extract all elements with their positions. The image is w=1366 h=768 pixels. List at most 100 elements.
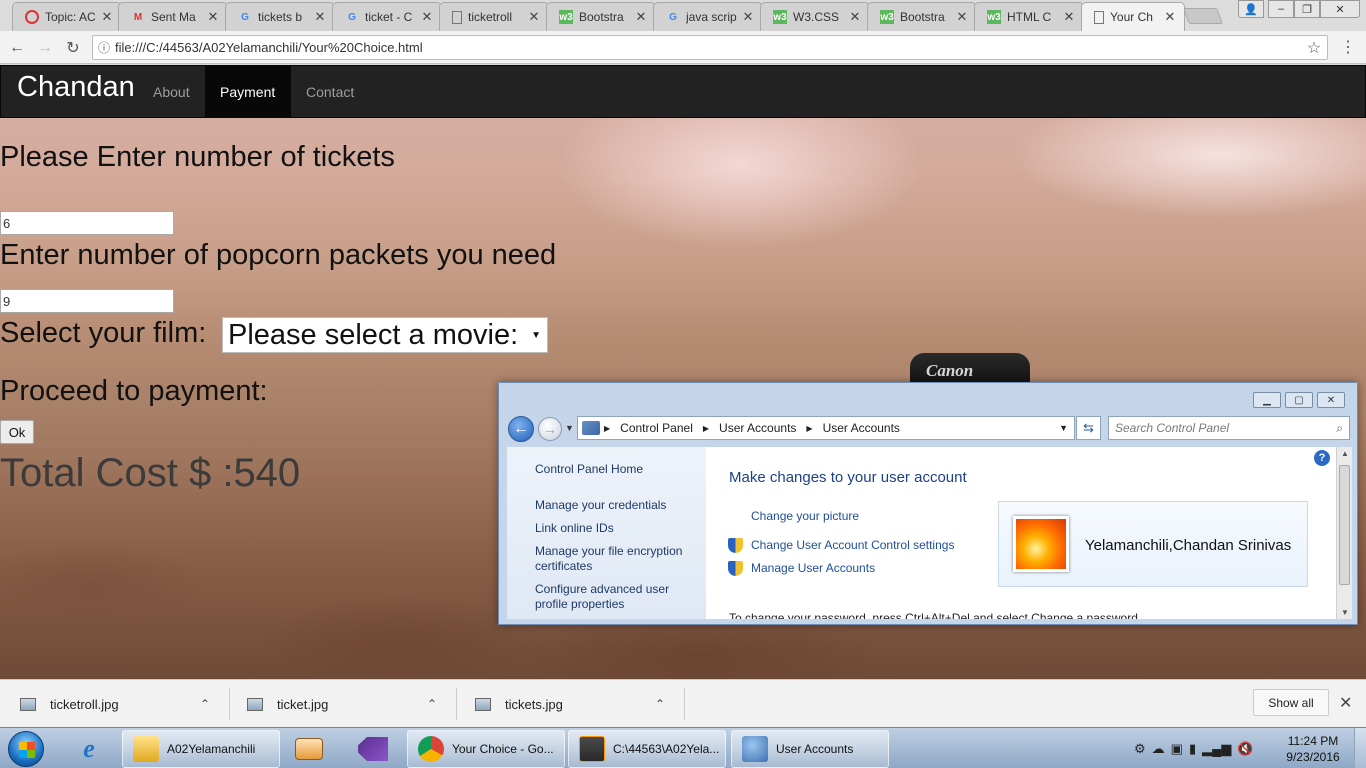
breadcrumb-control-panel[interactable]: Control Panel (620, 421, 693, 435)
browser-tab[interactable]: Topic: AC ✕ (12, 2, 122, 31)
close-tab-icon[interactable]: ✕ (954, 9, 970, 25)
minimize-button[interactable]: ▁ (1253, 392, 1281, 408)
taskbar-item-explorer[interactable]: A02Yelamanchili (122, 730, 280, 768)
manage-accounts-link[interactable]: Manage User Accounts (751, 561, 875, 575)
show-desktop-button[interactable] (1354, 728, 1366, 768)
change-picture-link[interactable]: Change your picture (751, 509, 859, 523)
close-window-button[interactable]: ✕ (1317, 392, 1345, 408)
browser-tab[interactable]: Gjava scrip ✕ (653, 2, 763, 31)
network-icon[interactable]: ▂▄▆ (1202, 741, 1231, 757)
nav-link-payment[interactable]: Payment (205, 66, 291, 117)
close-tab-icon[interactable]: ✕ (312, 9, 328, 25)
navbar-brand[interactable]: Chandan (17, 71, 135, 104)
download-item[interactable]: ticketroll.jpg ⌃ (0, 680, 229, 728)
uac-settings-link[interactable]: Change User Account Control settings (751, 538, 954, 552)
url-text[interactable]: file:///C:/44563/A02Yelamanchili/Your%20… (115, 40, 1301, 55)
close-tab-icon[interactable]: ✕ (1061, 9, 1077, 25)
vertical-scrollbar[interactable]: ▲ ▼ (1336, 447, 1352, 619)
sidebar-item-online-ids[interactable]: Link online IDs (535, 521, 614, 536)
scroll-down-icon[interactable]: ▼ (1341, 608, 1349, 617)
browser-tab[interactable]: M Sent Ma ✕ (118, 2, 228, 31)
close-window-button[interactable]: ✕ (1320, 0, 1360, 18)
w3schools-icon: w3 (559, 10, 573, 24)
cloud-icon[interactable]: ☁ (1152, 741, 1165, 757)
ok-button[interactable]: Ok (0, 420, 34, 444)
taskbar-item-sublime[interactable]: C:\44563\A02Yela... (568, 730, 726, 768)
chevron-up-icon[interactable]: ⌃ (427, 697, 437, 711)
forward-arrow-icon[interactable]: → (34, 37, 56, 59)
sidebar-item-profile-properties[interactable]: Configure advanced user profile properti… (535, 582, 695, 612)
visual-studio-icon[interactable] (346, 730, 400, 768)
volume-muted-icon[interactable]: 🔇 (1237, 741, 1253, 757)
close-tab-icon[interactable]: ✕ (847, 9, 863, 25)
address-bar[interactable]: ⓘ file:///C:/44563/A02Yelamanchili/Your%… (92, 35, 1328, 60)
breadcrumb-separator-icon[interactable]: ▶ (604, 424, 610, 433)
browser-tab[interactable]: w3 HTML C ✕ (974, 2, 1084, 31)
nav-link-about[interactable]: About (138, 66, 205, 117)
history-dropdown-icon[interactable]: ▼ (565, 423, 574, 433)
download-item[interactable]: tickets.jpg ⌃ (455, 680, 684, 728)
search-input[interactable]: Search Control Panel ⌕ (1108, 416, 1350, 440)
maximize-button[interactable]: ❐ (1294, 0, 1320, 18)
back-arrow-icon[interactable]: ← (6, 37, 28, 59)
taskbar-clock[interactable]: 11:24 PM 9/23/2016 (1283, 733, 1343, 765)
breadcrumb-separator-icon[interactable]: ▶ (703, 424, 709, 433)
back-arrow-icon[interactable]: ← (508, 416, 534, 442)
download-item[interactable]: ticket.jpg ⌃ (227, 680, 456, 728)
tickets-input[interactable]: 6 (0, 211, 174, 235)
sidebar-item-home[interactable]: Control Panel Home (535, 462, 643, 477)
browser-tab[interactable]: w3 Bootstra ✕ (867, 2, 977, 31)
film-select[interactable]: Please select a movie: ▼ (222, 317, 548, 353)
popcorn-input[interactable]: 9 (0, 289, 174, 313)
taskbar-item-user-accounts[interactable]: User Accounts (731, 730, 889, 768)
forward-arrow-icon[interactable]: → (538, 417, 562, 441)
profile-icon[interactable]: 👤 (1238, 0, 1264, 18)
refresh-icon[interactable]: ⇆ (1076, 416, 1101, 440)
total-cost: Total Cost $ :540 (0, 451, 301, 495)
show-all-button[interactable]: Show all (1253, 689, 1329, 716)
media-player-icon[interactable] (282, 730, 336, 768)
browser-tab[interactable]: Gticket - C ✕ (332, 2, 442, 31)
taskbar-item-chrome[interactable]: Your Choice - Go... (407, 730, 565, 768)
minimize-button[interactable]: – (1268, 0, 1294, 18)
breadcrumb-user-accounts-current[interactable]: User Accounts (823, 421, 900, 435)
security-icon[interactable]: ▣ (1171, 741, 1183, 757)
close-icon[interactable]: ✕ (1339, 693, 1352, 713)
close-tab-icon[interactable]: ✕ (1162, 9, 1178, 25)
close-tab-icon[interactable]: ✕ (633, 9, 649, 25)
close-tab-icon[interactable]: ✕ (526, 9, 542, 25)
battery-icon[interactable]: ▮ (1189, 741, 1196, 757)
breadcrumb-separator-icon[interactable]: ▶ (806, 424, 812, 433)
settings-gear-icon[interactable]: ⚙ (1134, 741, 1146, 757)
browser-tab[interactable]: Gtickets b ✕ (225, 2, 335, 31)
close-tab-icon[interactable]: ✕ (740, 9, 756, 25)
system-tray: ⚙ ☁ ▣ ▮ ▂▄▆ 🔇 (1134, 728, 1254, 768)
info-icon[interactable]: ⓘ (93, 39, 115, 56)
chevron-up-icon[interactable]: ⌃ (655, 697, 665, 711)
close-tab-icon[interactable]: ✕ (99, 9, 115, 25)
scroll-up-icon[interactable]: ▲ (1341, 449, 1349, 458)
bookmark-star-icon[interactable]: ☆ (1301, 38, 1327, 58)
breadcrumb-user-accounts[interactable]: User Accounts (719, 421, 796, 435)
search-icon[interactable]: ⌕ (1336, 421, 1343, 436)
internet-explorer-icon[interactable]: e (62, 730, 116, 768)
sidebar-item-encryption[interactable]: Manage your file encryption certificates (535, 544, 695, 574)
chevron-up-icon[interactable]: ⌃ (200, 697, 210, 711)
browser-tab[interactable]: w3 W3.CSS ✕ (760, 2, 870, 31)
close-tab-icon[interactable]: ✕ (419, 9, 435, 25)
address-dropdown-icon[interactable]: ▼ (1059, 423, 1068, 433)
new-tab-button[interactable] (1183, 8, 1223, 24)
reload-icon[interactable]: ↻ (62, 37, 84, 59)
close-tab-icon[interactable]: ✕ (205, 9, 221, 25)
browser-tab-active[interactable]: Your Ch ✕ (1081, 2, 1185, 31)
scrollbar-thumb[interactable] (1339, 465, 1350, 585)
menu-icon[interactable]: ⋮ (1340, 37, 1356, 59)
explorer-address-bar[interactable]: ▶ Control Panel ▶ User Accounts ▶ User A… (577, 416, 1075, 440)
maximize-button[interactable]: ▢ (1285, 392, 1313, 408)
help-icon[interactable]: ? (1314, 450, 1330, 466)
start-button[interactable] (4, 728, 48, 768)
nav-link-contact[interactable]: Contact (291, 66, 369, 117)
browser-tab[interactable]: w3 Bootstra ✕ (546, 2, 656, 31)
browser-tab[interactable]: ticketroll ✕ (439, 2, 549, 31)
sidebar-item-credentials[interactable]: Manage your credentials (535, 498, 666, 513)
